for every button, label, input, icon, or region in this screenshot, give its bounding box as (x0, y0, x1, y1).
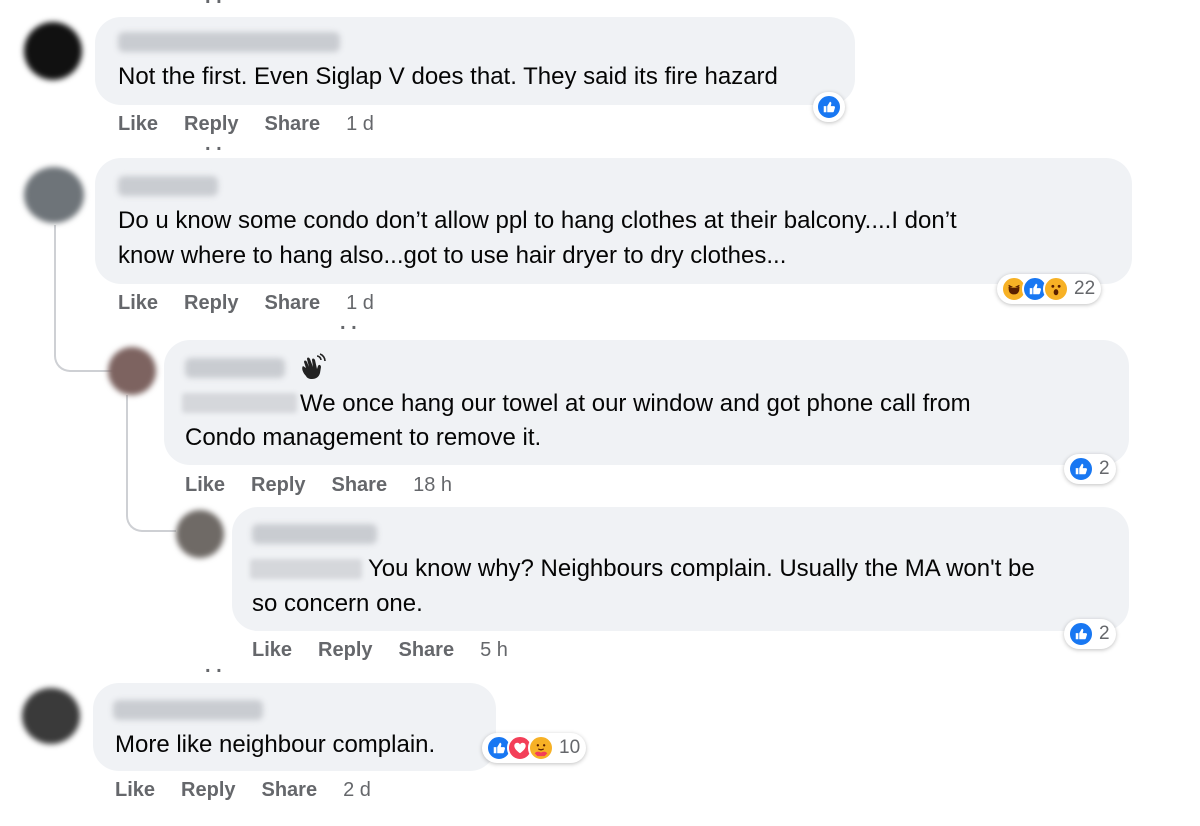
avatar[interactable] (176, 510, 224, 558)
comment-actions: Like Reply Share 18 h (185, 474, 452, 497)
comment-text: so concern one. (252, 590, 423, 617)
reaction-count: 2 (1099, 458, 1110, 479)
reply-button[interactable]: Reply (251, 474, 305, 497)
thumbs-up-icon (1068, 621, 1094, 647)
share-button[interactable]: Share (265, 113, 321, 136)
like-button[interactable]: Like (185, 474, 225, 497)
author-name[interactable] (185, 358, 285, 378)
reaction-summary[interactable] (813, 92, 845, 122)
cropped-fragment: . . (205, 0, 222, 9)
comment-text: Do u know some condo don’t allow ppl to … (118, 207, 957, 234)
share-button[interactable]: Share (262, 779, 318, 802)
cropped-fragment: . . (340, 312, 357, 334)
like-button[interactable]: Like (118, 292, 158, 315)
author-name[interactable] (113, 700, 263, 720)
comment-text: know where to hang also...got to use hai… (118, 242, 787, 269)
author-name[interactable] (118, 176, 218, 196)
author-name[interactable] (252, 524, 377, 544)
comment-text: Condo management to remove it. (185, 424, 542, 451)
like-button[interactable]: Like (115, 779, 155, 802)
waving-hand-icon (298, 352, 328, 387)
timestamp[interactable]: 1 d (346, 113, 374, 136)
timestamp[interactable]: 5 h (480, 639, 508, 662)
reaction-count: 22 (1074, 278, 1096, 299)
avatar[interactable] (108, 347, 156, 395)
reaction-summary[interactable]: 10 (482, 733, 587, 763)
reply-button[interactable]: Reply (184, 292, 238, 315)
cropped-fragment: . . (205, 655, 222, 677)
like-button[interactable]: Like (118, 113, 158, 136)
comment-actions: Like Reply Share 2 d (115, 779, 371, 802)
comment-actions: Like Reply Share 1 d (118, 292, 374, 315)
timestamp[interactable]: 18 h (413, 474, 452, 497)
share-button[interactable]: Share (265, 292, 321, 315)
reply-button[interactable]: Reply (318, 639, 372, 662)
thumbs-up-icon (1068, 456, 1094, 482)
timestamp[interactable]: 2 d (343, 779, 371, 802)
comment-actions: Like Reply Share 5 h (252, 639, 508, 662)
comment-text: You know why? Neighbours complain. Usual… (368, 555, 1035, 582)
avatar[interactable] (24, 167, 84, 223)
comment-actions: Like Reply Share 1 d (118, 113, 374, 136)
care-emoji-icon (528, 735, 554, 761)
share-button[interactable]: Share (332, 474, 388, 497)
wow-emoji-icon (1043, 276, 1069, 302)
cropped-fragment: . . (205, 133, 222, 155)
reaction-summary[interactable]: 22 (997, 274, 1102, 304)
comment-text: We once hang our towel at our window and… (300, 390, 971, 417)
thumbs-up-icon (816, 94, 842, 120)
reaction-count: 2 (1099, 623, 1110, 644)
reply-button[interactable]: Reply (181, 779, 235, 802)
reaction-summary[interactable]: 2 (1064, 619, 1116, 649)
avatar[interactable] (24, 22, 82, 80)
reaction-count: 10 (559, 737, 581, 758)
mention-tag[interactable] (250, 559, 362, 579)
share-button[interactable]: Share (399, 639, 455, 662)
comment-text: Not the first. Even Siglap V does that. … (118, 63, 778, 90)
author-name[interactable] (118, 32, 340, 52)
like-button[interactable]: Like (252, 639, 292, 662)
mention-tag[interactable] (182, 393, 297, 413)
comment-text: More like neighbour complain. (115, 731, 436, 758)
reaction-summary[interactable]: 2 (1064, 454, 1116, 484)
avatar[interactable] (22, 688, 80, 744)
